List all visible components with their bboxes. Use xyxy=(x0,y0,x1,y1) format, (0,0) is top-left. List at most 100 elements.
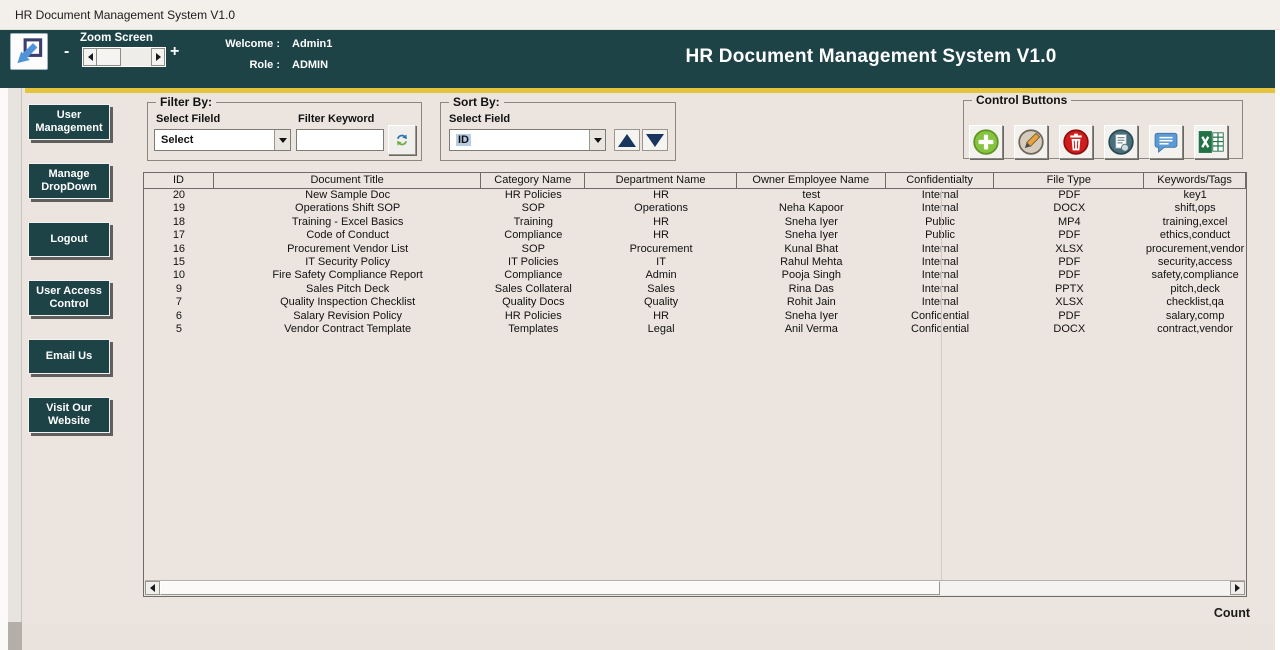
sort-descending-button[interactable] xyxy=(642,129,668,151)
sidebar-item-manage-dropdown[interactable]: Manage DropDown xyxy=(28,163,110,199)
filter-group: Filter By: Select Fileld Filter Keyword … xyxy=(147,102,422,161)
edit-button[interactable] xyxy=(1014,125,1048,159)
scrollbar-thumb[interactable] xyxy=(160,581,940,595)
sync-icon xyxy=(395,129,409,151)
table-row[interactable]: 16Procurement Vendor ListSOPProcurementK… xyxy=(144,243,1246,256)
table-cell: MP4 xyxy=(994,216,1144,229)
table-cell: training,excel xyxy=(1144,216,1246,229)
sort-ascending-button[interactable] xyxy=(614,129,640,151)
table-cell: HR xyxy=(585,229,737,242)
table-cell: HR xyxy=(585,310,737,323)
table-cell: key1 xyxy=(1144,189,1246,202)
zoom-scroll-right-arrow[interactable] xyxy=(151,48,165,66)
table-cell: ethics,conduct xyxy=(1144,229,1246,242)
sidebar-item-user-management[interactable]: User Management xyxy=(28,104,110,140)
zoom-scrollbar-thumb[interactable] xyxy=(97,48,121,66)
table-cell: PDF xyxy=(994,310,1144,323)
app-window: HR Document Management System V1.0 Zoom … xyxy=(0,0,1280,650)
collapse-ribbon-button[interactable] xyxy=(10,33,48,70)
column-header: File Type xyxy=(994,173,1144,188)
table-row[interactable]: 10Fire Safety Compliance ReportComplianc… xyxy=(144,269,1246,282)
triangle-left-icon xyxy=(150,584,155,592)
add-button[interactable] xyxy=(969,125,1003,159)
zoom-in-button[interactable]: + xyxy=(170,43,179,61)
table-cell: SOP xyxy=(481,243,585,256)
filter-field-dropdown[interactable]: Select xyxy=(154,129,291,151)
report-button[interactable] xyxy=(1104,125,1138,159)
zoom-scrollbar[interactable] xyxy=(82,47,166,67)
table-cell: Anil Verma xyxy=(737,323,886,336)
table-cell: HR Policies xyxy=(481,310,585,323)
table-row[interactable]: 18Training - Excel BasicsTrainingHRSneha… xyxy=(144,216,1246,229)
table-cell: New Sample Doc xyxy=(214,189,482,202)
zoom-scrollbar-track[interactable] xyxy=(121,48,151,66)
blue-arrow-icon xyxy=(13,36,45,67)
left-margin-strip xyxy=(0,88,8,650)
sort-field-dropdown[interactable]: ID xyxy=(449,129,606,151)
table-row[interactable]: 6Salary Revision PolicyHR PoliciesHRSneh… xyxy=(144,310,1246,323)
column-header: ID xyxy=(144,173,214,188)
table-cell: Admin xyxy=(585,269,737,282)
chevron-down-icon xyxy=(279,138,287,143)
table-row[interactable]: 9Sales Pitch DeckSales CollateralSalesRi… xyxy=(144,283,1246,296)
chevron-down-icon xyxy=(594,138,602,143)
table-row[interactable]: 19Operations Shift SOPSOPOperationsNeha … xyxy=(144,202,1246,215)
table-cell: PDF xyxy=(994,256,1144,269)
note-icon xyxy=(1152,128,1180,156)
column-header: Document Title xyxy=(214,173,482,188)
table-header-row: IDDocument TitleCategory NameDepartment … xyxy=(144,173,1246,189)
scroll-left-arrow[interactable] xyxy=(145,581,160,595)
plus-circle-icon xyxy=(972,128,1000,156)
zoom-out-button[interactable]: - xyxy=(64,43,69,61)
welcome-value: Admin1 xyxy=(292,38,332,50)
table-cell: safety,compliance xyxy=(1144,269,1246,282)
sidebar-item-email-us[interactable]: Email Us xyxy=(28,339,110,374)
table-cell: Vendor Contract Template xyxy=(214,323,482,336)
sort-field-label: Select Field xyxy=(449,113,510,125)
table-cell: Quality xyxy=(585,296,737,309)
table-cell: PDF xyxy=(994,189,1144,202)
count-label: Count xyxy=(1150,606,1250,620)
export-excel-button[interactable] xyxy=(1194,125,1228,159)
table-row[interactable]: 15IT Security PolicyIT PoliciesITRahul M… xyxy=(144,256,1246,269)
filter-keyword-input[interactable] xyxy=(296,129,384,151)
table-cell: PDF xyxy=(994,229,1144,242)
delete-button[interactable] xyxy=(1059,125,1093,159)
refresh-button[interactable] xyxy=(388,125,416,155)
sidebar-item-user-access-control[interactable]: User Access Control xyxy=(28,280,110,316)
table-cell: Procurement Vendor List xyxy=(214,243,482,256)
filter-dropdown-arrow-button[interactable] xyxy=(274,130,290,150)
column-header: Department Name xyxy=(585,173,737,188)
column-header: Category Name xyxy=(481,173,585,188)
table-row[interactable]: 20New Sample DocHR PoliciesHRtestInterna… xyxy=(144,189,1246,202)
filter-field-value: Select xyxy=(155,134,274,146)
triangle-right-icon xyxy=(1235,584,1240,592)
table-cell: Code of Conduct xyxy=(214,229,482,242)
zoom-scroll-left-arrow[interactable] xyxy=(83,48,97,66)
table-cell: Fire Safety Compliance Report xyxy=(214,269,482,282)
role-label: Role : xyxy=(205,59,280,71)
table-row[interactable]: 7Quality Inspection ChecklistQuality Doc… xyxy=(144,296,1246,309)
filter-field-label: Select Fileld xyxy=(156,113,220,125)
sidebar-item-logout[interactable]: Logout xyxy=(28,222,110,257)
sort-dropdown-arrow-button[interactable] xyxy=(589,130,605,150)
bottom-fade xyxy=(22,624,1276,650)
table-cell: Sneha Iyer xyxy=(737,216,886,229)
sort-group: Sort By: Select Field ID xyxy=(440,102,676,161)
horizontal-scrollbar[interactable] xyxy=(145,580,1245,595)
document-circle-icon xyxy=(1107,128,1135,156)
control-buttons-legend: Control Buttons xyxy=(972,93,1071,107)
table-cell: HR Policies xyxy=(481,189,585,202)
table-row[interactable]: 17Code of ConductComplianceHRSneha IyerP… xyxy=(144,229,1246,242)
table-cell: IT Policies xyxy=(481,256,585,269)
table-cell: 10 xyxy=(144,269,214,282)
sidebar-item-visit-our-website[interactable]: Visit Our Website xyxy=(28,397,110,433)
table-row[interactable]: 5Vendor Contract TemplateTemplatesLegalA… xyxy=(144,323,1246,336)
table-cell: DOCX xyxy=(994,323,1144,336)
scroll-right-arrow[interactable] xyxy=(1230,581,1245,595)
trash-circle-icon xyxy=(1062,128,1090,156)
table-cell: Kunal Bhat xyxy=(737,243,886,256)
table-cell: Rahul Mehta xyxy=(737,256,886,269)
table-cell: IT xyxy=(585,256,737,269)
notes-button[interactable] xyxy=(1149,125,1183,159)
